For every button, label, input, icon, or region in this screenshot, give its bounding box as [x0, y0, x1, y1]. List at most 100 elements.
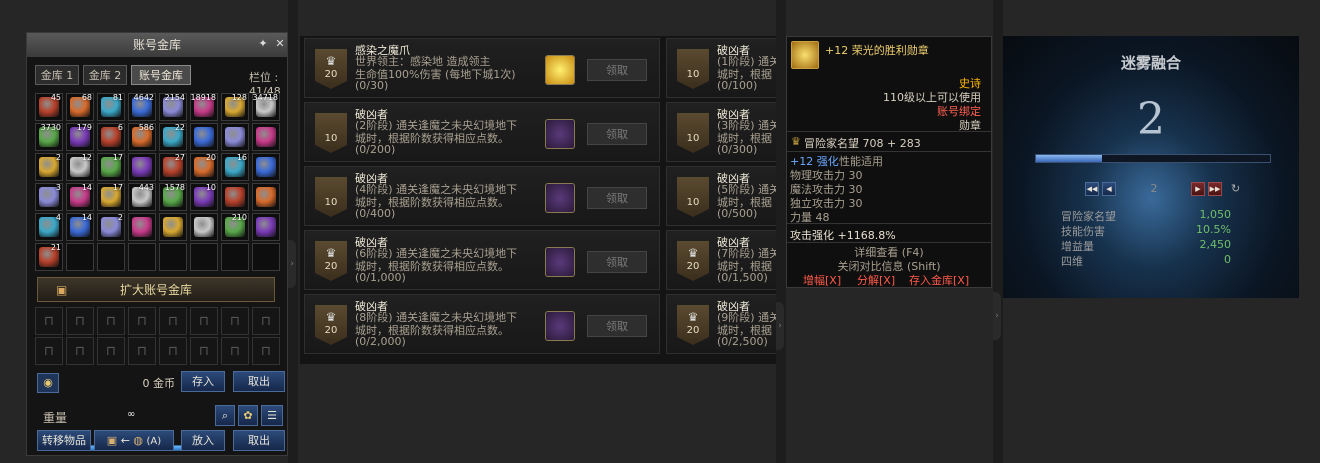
vault-slot[interactable]: 4: [35, 213, 63, 241]
item-icon: [163, 217, 183, 237]
claim-button[interactable]: 领取: [587, 123, 647, 145]
vault-slot[interactable]: [252, 243, 280, 271]
vault-slot[interactable]: 27: [159, 153, 187, 181]
chest-icon: ▣: [106, 434, 118, 447]
item-count: 14: [81, 213, 92, 222]
claim-button[interactable]: 领取: [587, 251, 647, 273]
tab-account-vault[interactable]: 账号金库: [131, 65, 191, 85]
collapse-arrow-icon[interactable]: ›: [288, 240, 296, 288]
vault-slot[interactable]: 14: [66, 213, 94, 241]
vault-slot[interactable]: [128, 153, 156, 181]
transfer-mode-button[interactable]: ▣ ← ◍ (A): [94, 430, 174, 451]
vault-slot[interactable]: [252, 183, 280, 211]
item-icon: [256, 157, 276, 177]
vault-slot[interactable]: 3: [35, 183, 63, 211]
vault-slot[interactable]: 21: [35, 243, 63, 271]
item-count: 12: [81, 153, 92, 162]
vault-slot[interactable]: 20: [190, 153, 218, 181]
refresh-icon[interactable]: ↻: [1231, 182, 1240, 195]
vault-slot[interactable]: 2: [97, 213, 125, 241]
vault-slot[interactable]: 443: [128, 183, 156, 211]
collapse-arrow-icon[interactable]: ›: [993, 292, 1001, 340]
vault-slot[interactable]: 18918: [190, 93, 218, 121]
item-icon: [194, 217, 214, 237]
vault-slot[interactable]: 179: [66, 123, 94, 151]
vault-slot[interactable]: 16: [221, 153, 249, 181]
amplify-action[interactable]: 增幅[X]: [803, 272, 841, 288]
vault-slot[interactable]: 17: [97, 153, 125, 181]
vault-slot[interactable]: 10: [190, 183, 218, 211]
last-page-icon[interactable]: ▶▶: [1208, 182, 1222, 196]
vault-slot[interactable]: 68: [66, 93, 94, 121]
take-button[interactable]: 取出: [233, 430, 285, 451]
achievement-description: 世界领主：感染地 造成领主 生命值100%伤害 (每地下城1次): [355, 55, 540, 81]
store-action[interactable]: 存入金库[X]: [909, 272, 969, 288]
vault-slot[interactable]: 81: [97, 93, 125, 121]
close-icon[interactable]: ✕: [274, 38, 286, 50]
vault-slot[interactable]: [66, 243, 94, 271]
list-icon[interactable]: ☰: [261, 405, 283, 426]
item-count: 6: [117, 123, 123, 132]
vault-slot[interactable]: [190, 123, 218, 151]
vault-slot[interactable]: 34718: [252, 93, 280, 121]
item-count: 179: [76, 123, 92, 132]
vault-slot[interactable]: 128: [221, 93, 249, 121]
vault-slot[interactable]: [128, 213, 156, 241]
deposit-button[interactable]: 存入: [181, 371, 225, 392]
points-badge: ♛ 20: [315, 241, 347, 281]
vault-slot[interactable]: [252, 213, 280, 241]
claim-button[interactable]: 领取: [587, 187, 647, 209]
prev-page-icon[interactable]: ◀: [1102, 182, 1116, 196]
vault-slot[interactable]: 6: [97, 123, 125, 151]
vault-slot[interactable]: [159, 213, 187, 241]
expand-vault-button[interactable]: ▣ 扩大账号金库: [37, 277, 275, 302]
vault-slot[interactable]: 586: [128, 123, 156, 151]
vault-slot[interactable]: 17: [97, 183, 125, 211]
vault-slot[interactable]: [190, 243, 218, 271]
item-count: 20: [205, 153, 216, 162]
vault-slot[interactable]: 45: [35, 93, 63, 121]
tab-vault-2[interactable]: 金库 2: [83, 65, 127, 85]
vault-slot[interactable]: [221, 183, 249, 211]
points-value: 10: [686, 197, 700, 208]
vault-slot[interactable]: [128, 243, 156, 271]
vault-slot[interactable]: [97, 243, 125, 271]
tab-vault-1[interactable]: 金库 1: [35, 65, 79, 85]
item-count: 17: [112, 153, 123, 162]
lock-icon: ⊓: [66, 307, 94, 335]
vault-slot[interactable]: 4642: [128, 93, 156, 121]
search-icon[interactable]: ⌕: [215, 405, 235, 426]
first-page-icon[interactable]: ◀◀: [1085, 182, 1099, 196]
claim-button[interactable]: 领取: [587, 315, 647, 337]
vault-slot[interactable]: 210: [221, 213, 249, 241]
claim-button[interactable]: 领取: [587, 59, 647, 81]
next-page-icon[interactable]: ▶: [1191, 182, 1205, 196]
pin-icon[interactable]: ✦: [257, 38, 269, 50]
transfer-items-button[interactable]: 转移物品: [37, 430, 91, 451]
gold-coin-icon[interactable]: ◉: [37, 373, 59, 393]
vault-slot[interactable]: [252, 123, 280, 151]
vault-slot[interactable]: 22: [159, 123, 187, 151]
expand-vault-label: 扩大账号金库: [119, 283, 192, 297]
vault-slot[interactable]: [190, 213, 218, 241]
withdraw-button[interactable]: 取出: [233, 371, 285, 392]
vault-slot[interactable]: [159, 243, 187, 271]
gear-icon[interactable]: ✿: [238, 405, 258, 426]
achievement-row: 10 破凶者 (4阶段) 通关逢魔之未央幻境地下 城时，根据阶数获得相应点数。 (0/4…: [304, 166, 660, 226]
collapse-arrow-icon[interactable]: ›: [776, 302, 784, 350]
put-button[interactable]: 放入: [181, 430, 225, 451]
vault-slot[interactable]: 14: [66, 183, 94, 211]
vault-slot[interactable]: [221, 243, 249, 271]
vault-slot[interactable]: [252, 153, 280, 181]
vault-slot[interactable]: 12: [66, 153, 94, 181]
vault-slot[interactable]: 3730: [35, 123, 63, 151]
lock-icon: ⊓: [97, 337, 125, 365]
vault-slot[interactable]: 1578: [159, 183, 187, 211]
item-icon: [225, 187, 245, 207]
vault-slot[interactable]: 2: [35, 153, 63, 181]
achievement-progress: (0/500): [717, 207, 758, 220]
vault-slot[interactable]: [221, 123, 249, 151]
disassemble-action[interactable]: 分解[X]: [857, 272, 895, 288]
vault-slot[interactable]: 2154: [159, 93, 187, 121]
transfer-hint: (A): [146, 436, 162, 447]
